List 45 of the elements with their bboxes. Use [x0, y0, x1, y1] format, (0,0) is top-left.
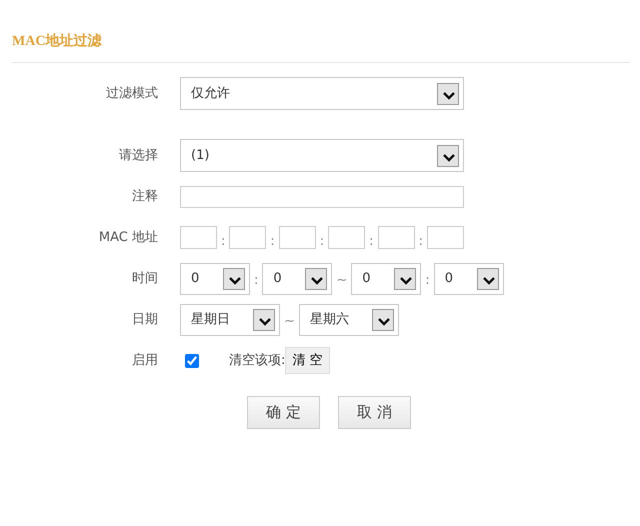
dropdown[interactable]: 星期六 — [298, 304, 399, 336]
dropdown[interactable]: 仅允许 — [180, 77, 464, 110]
input-field[interactable] — [180, 226, 217, 249]
cancel-button[interactable]: 取 消 — [338, 396, 411, 429]
chevron-down-icon — [394, 268, 416, 290]
confirm-button[interactable]: 确 定 — [247, 396, 320, 429]
chevron-down-icon — [372, 308, 394, 330]
chevron-down-icon — [437, 144, 459, 166]
section-title: MAC地址过滤 — [11, 32, 102, 51]
clear-button[interactable]: 清 空 — [285, 346, 330, 374]
dropdown[interactable]: 星期日 — [180, 304, 280, 336]
separator: : — [424, 272, 431, 290]
input-field[interactable] — [426, 226, 464, 249]
chevron-down-icon — [476, 268, 499, 290]
input-field[interactable] — [180, 186, 464, 208]
dropdown[interactable]: 0 — [434, 262, 504, 294]
separator: : — [220, 232, 226, 251]
checkbox[interactable] — [185, 354, 199, 368]
dropdown[interactable]: 0 — [351, 262, 422, 294]
separator: : — [418, 232, 424, 251]
input-field[interactable] — [278, 226, 316, 249]
separator: ~ — [283, 312, 296, 330]
separator: : — [253, 272, 260, 290]
dropdown[interactable]: (1) — [180, 139, 464, 172]
dropdown[interactable]: 0 — [262, 262, 332, 294]
field-label: 过滤模式 — [105, 84, 159, 103]
field-label: 启用 — [131, 352, 159, 370]
separator: : — [269, 232, 276, 251]
input-field[interactable] — [328, 226, 366, 249]
field-label: MAC 地址 — [98, 228, 159, 247]
chevron-down-icon — [253, 308, 275, 330]
chevron-down-icon — [305, 268, 328, 290]
field-label: 请选择 — [118, 146, 159, 165]
chevron-down-icon — [437, 82, 459, 104]
dropdown[interactable]: 0 — [180, 262, 250, 294]
separator: : — [368, 232, 375, 251]
separator: : — [318, 232, 326, 251]
chevron-down-icon — [223, 268, 245, 290]
field-label: 日期 — [131, 310, 159, 329]
separator: ~ — [335, 272, 348, 290]
input-field[interactable] — [229, 226, 266, 249]
input-field[interactable] — [378, 226, 415, 249]
field-label: 注释 — [131, 188, 159, 206]
field-label: 时间 — [131, 270, 159, 288]
clear-label: 清空该项: — [229, 352, 286, 370]
